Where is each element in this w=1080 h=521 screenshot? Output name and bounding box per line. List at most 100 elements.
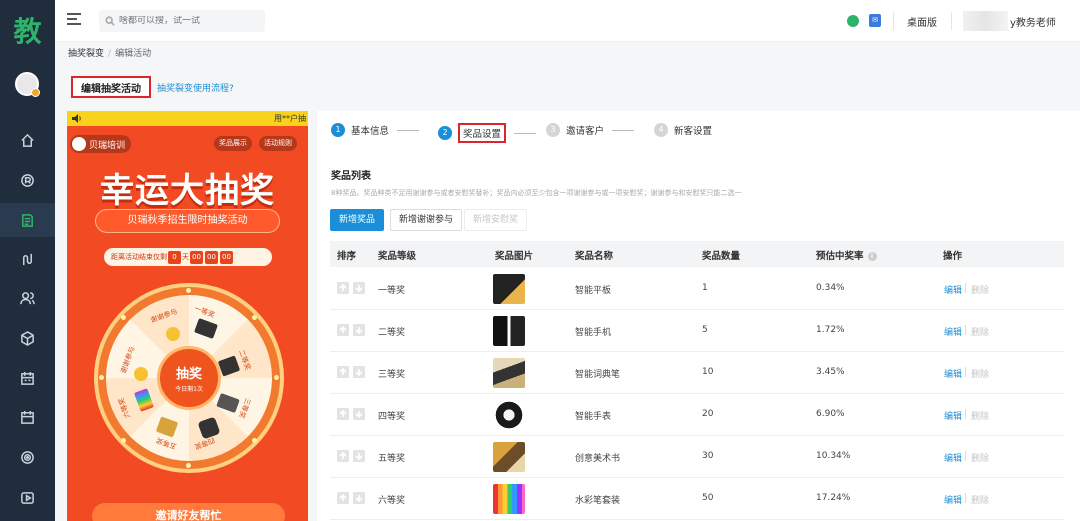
step-number: 2 [438,126,452,140]
sidebar-item-calendar-check[interactable] [0,400,55,434]
prize-rate: 17.24% [816,493,851,503]
delete-link: 删除 [971,454,990,464]
countdown: 距离活动结束仅剩 0天 00 00 00 [104,248,272,266]
step-basic-info[interactable]: 1 基本信息 [331,123,420,137]
table-row: 四等奖 智能手表 20 6.90% 编辑 删除 [330,394,1064,436]
step-connector [514,132,537,134]
edit-link[interactable]: 编辑 [944,409,962,422]
move-up-icon[interactable] [337,492,349,504]
move-up-icon[interactable] [337,408,349,420]
col-image: 奖品图片 [495,251,534,262]
op-divider [965,367,966,377]
help-flow-link[interactable]: 抽奖裂变使用流程? [157,81,234,94]
settings-panel: 1 基本信息 2 奖品设置 3 邀请客户 4 新客设置 奖品列表 8种奖品。奖品种类不足… [317,111,1080,521]
avatar-status-dot [31,88,40,97]
prize-level: 一等奖 [378,286,406,296]
sidebar-item-cube[interactable] [0,321,55,355]
sidebar-item-record[interactable] [0,163,55,197]
wheel-label-1: 一等奖 [193,304,216,320]
table-row: 三等奖 智能词典笔 10 3.45% 编辑 删除 [330,352,1064,394]
record-icon [21,173,34,187]
draw-button[interactable]: 抽奖 今日剩1次 [157,346,221,410]
desktop-version-link[interactable]: 桌面版 [907,14,937,29]
notice-icon[interactable]: ✉ [869,14,881,27]
move-down-icon[interactable] [353,450,365,462]
invite-friends-button[interactable]: 邀请好友帮忙 [92,503,285,521]
edit-link[interactable]: 编辑 [944,283,962,296]
edit-link[interactable]: 编辑 [944,451,962,464]
pen-prize-image [216,393,240,413]
add-prize-button[interactable]: 新增奖品 [330,209,385,231]
table-row: 二等奖 智能手机 5 1.72% 编辑 删除 [330,310,1064,352]
col-rate-label: 预估中奖率 [816,251,864,262]
prize-name: 创意美术书 [575,454,621,464]
phone-prize-image [217,355,241,377]
calendar-check-icon [21,410,34,424]
sidebar-item-route[interactable] [0,242,55,276]
sidebar-item-target[interactable] [0,440,55,474]
countdown-minutes: 00 [205,250,218,264]
wechat-icon[interactable] [847,15,859,27]
wheel-bulb [186,288,191,293]
prize-quantity: 20 [702,409,714,419]
user-avatar-blurred[interactable] [963,11,1008,31]
step-number: 3 [546,123,560,137]
edit-link[interactable]: 编辑 [944,325,962,338]
move-up-icon[interactable] [337,324,349,336]
edit-link[interactable]: 编辑 [944,367,962,380]
prize-quantity: 10 [702,367,714,377]
sidebar-item-video[interactable] [0,480,55,514]
move-down-icon[interactable] [353,408,365,420]
step-new-customer[interactable]: 4 新客设置 [654,123,712,137]
move-down-icon[interactable] [353,492,365,504]
topbar-divider [893,12,894,30]
move-down-icon[interactable] [353,324,365,336]
move-up-icon[interactable] [337,282,349,294]
prize-image [493,316,525,346]
search-icon [105,16,115,26]
col-sort: 排序 [337,251,357,262]
global-search[interactable] [99,10,265,32]
menu-toggle-icon[interactable] [67,13,81,25]
prize-wheel[interactable]: 一等奖 二等奖 三等奖 四等奖 五等奖 六等奖 谢谢参与 谢谢参与 抽奖 今日剩… [94,283,284,473]
prize-name: 智能手机 [575,328,612,338]
sidebar-item-document[interactable] [0,203,55,237]
step-prize-settings[interactable]: 2 奖品设置 [438,123,537,143]
search-input[interactable] [119,16,249,26]
prize-level: 二等奖 [378,328,406,338]
col-actions: 操作 [943,251,963,262]
step-label: 新客设置 [674,126,713,137]
breadcrumb-current: 编辑活动 [115,49,152,59]
move-down-icon[interactable] [353,366,365,378]
wheel-bulb [99,375,104,380]
app-logo: 教 [13,15,42,48]
target-icon [21,450,34,464]
move-up-icon[interactable] [337,450,349,462]
prizes-pill[interactable]: 奖品展示 [214,136,252,151]
prize-name: 智能词典笔 [575,370,621,380]
sidebar-item-calendar[interactable] [0,361,55,395]
move-up-icon[interactable] [337,366,349,378]
wheel-label-6: 六等奖 [117,396,132,420]
video-icon [21,491,34,504]
breadcrumb-separator: / [108,49,112,59]
prize-rate: 1.72% [816,325,845,335]
step-invite-customers[interactable]: 3 邀请客户 [546,123,635,137]
prize-rate: 3.45% [816,367,845,377]
phone-preview: 用**户抽 贝瑞培训 奖品展示 活动规则 幸运大抽奖 贝瑞秋季招生限时抽奖活动 … [67,111,308,521]
rules-pill[interactable]: 活动规则 [259,136,297,151]
sidebar-item-users[interactable] [0,281,55,315]
sidebar-item-home[interactable] [0,123,55,157]
step-number: 4 [654,123,668,137]
move-down-icon[interactable] [353,282,365,294]
info-icon[interactable]: i [867,252,877,261]
add-consolation-button: 新增安慰奖 [464,209,528,231]
delete-link: 删除 [971,286,990,296]
col-name: 奖品名称 [575,251,614,262]
avatar[interactable] [15,72,40,97]
prize-image [493,484,525,514]
breadcrumb-parent[interactable]: 抽奖裂变 [68,49,104,59]
user-name[interactable]: y教务老师 [1010,14,1056,29]
add-thanks-button[interactable]: 新增谢谢参与 [390,209,463,231]
edit-link[interactable]: 编辑 [944,493,962,506]
